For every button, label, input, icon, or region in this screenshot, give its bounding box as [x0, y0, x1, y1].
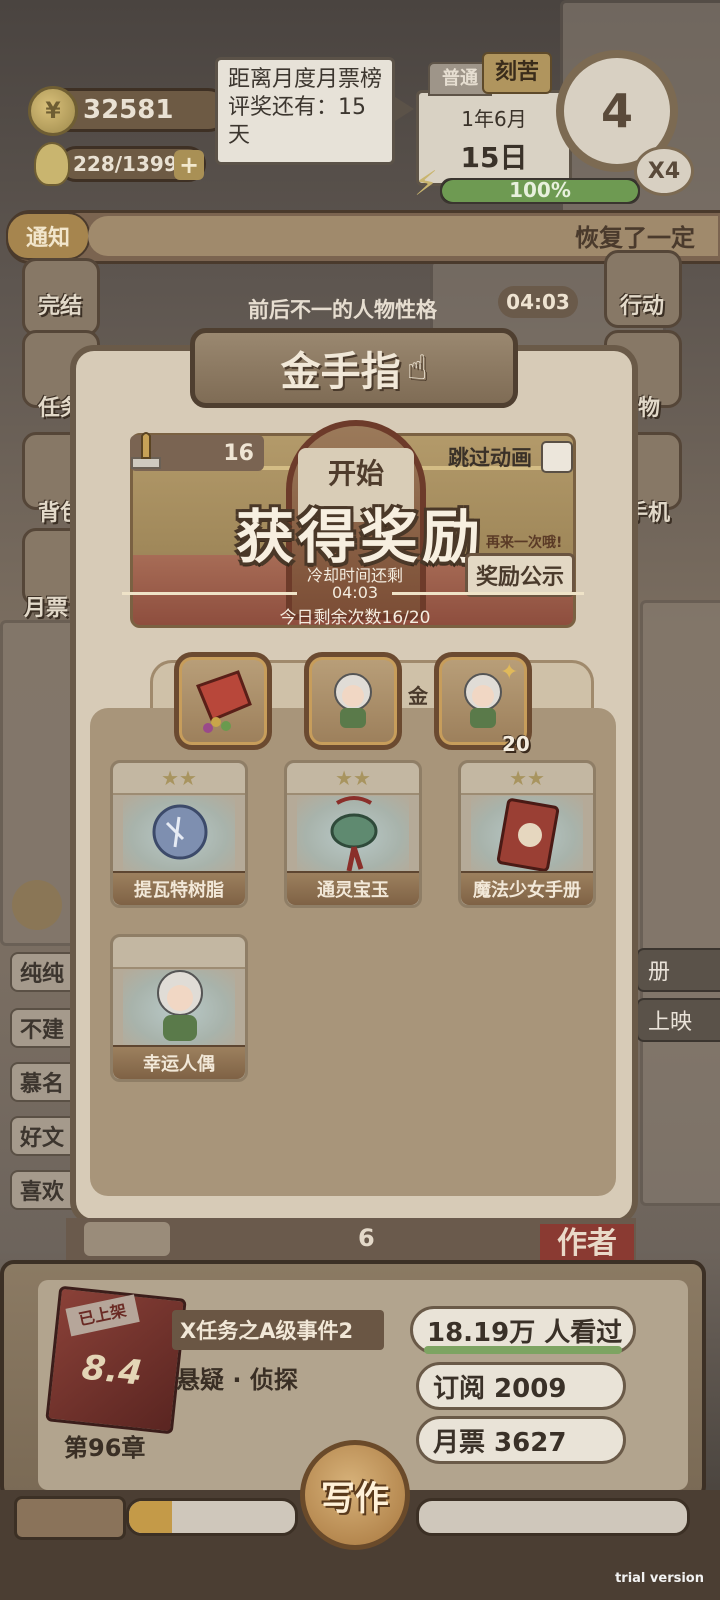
- resin-orb-icon: [152, 804, 208, 860]
- reward-card[interactable]: ★★ 提瓦特树脂: [110, 760, 248, 908]
- write-button[interactable]: 写作: [300, 1440, 410, 1550]
- write-label: 写作: [321, 1478, 389, 1519]
- sparkle-icon: ✦: [500, 660, 519, 685]
- pointing-hand-icon: ☝: [406, 348, 428, 388]
- add-energy-button[interactable]: +: [174, 150, 204, 180]
- book-cover[interactable]: 已上架 8.4: [45, 1285, 187, 1435]
- side-label-action: 行动: [620, 294, 665, 319]
- right-progress-bar: [416, 1498, 690, 1536]
- writing-progress-bar: [126, 1498, 298, 1536]
- clock-number: 4: [600, 84, 633, 138]
- page-number: 6: [358, 1224, 375, 1252]
- card-stars: ★★: [287, 763, 419, 795]
- remaining-count: 今日剩余次数16/20: [279, 608, 431, 628]
- card-label: 提瓦特树脂: [113, 871, 245, 905]
- subscribe-text: 订阅 2009: [433, 1373, 567, 1404]
- finger-count: 16: [223, 440, 254, 466]
- energy-progress-text: 100%: [509, 178, 571, 202]
- subscribe-stat: 订阅 2009: [416, 1362, 626, 1410]
- again-text: 再来一次哦!: [486, 535, 563, 551]
- card-label: 幸运人偶: [113, 1045, 245, 1079]
- notice-text: 恢复了一定: [575, 224, 695, 252]
- side-label-finish: 完结: [38, 294, 83, 319]
- plot-label: 前后不一的人物性格: [248, 298, 437, 322]
- speed-button[interactable]: X4: [634, 146, 694, 196]
- card-stars: ★★: [461, 763, 593, 795]
- watermark: trial version: [615, 1571, 704, 1586]
- skip-animation-checkbox[interactable]: [541, 441, 573, 473]
- candy-bag-icon: [196, 670, 252, 733]
- card-stars: ★★: [113, 763, 245, 795]
- tab-hard[interactable]: 刻苦: [482, 52, 552, 94]
- prize-slot[interactable]: [174, 652, 272, 750]
- side-label-shop: 物: [638, 396, 661, 421]
- building-background: [640, 600, 720, 1206]
- decor-line-right: [392, 592, 584, 595]
- writing-progress-fill: [129, 1501, 173, 1533]
- bubble-pointer: [392, 95, 414, 123]
- start-label: 开始: [327, 457, 384, 490]
- book-title[interactable]: X任务之A级事件2: [172, 1310, 384, 1350]
- reward-card[interactable]: ★★ 通灵宝玉: [284, 760, 422, 908]
- card-label: 魔法少女手册: [461, 871, 593, 905]
- doll-icon: [334, 673, 372, 728]
- golden-hand-icon: [128, 428, 164, 470]
- prize-count: 20: [502, 732, 530, 756]
- tag-premiere[interactable]: 上映: [636, 998, 720, 1042]
- notice-tag: 通知: [6, 212, 90, 260]
- tag-book[interactable]: 册: [636, 948, 720, 992]
- lucky-doll-icon: [157, 970, 203, 1041]
- jade-pendant-icon: [330, 796, 378, 872]
- award-countdown-text: 距离月度月票榜评奖还有：15天: [228, 67, 383, 148]
- prize-slot[interactable]: [304, 652, 402, 750]
- magic-book-icon: [496, 798, 560, 872]
- views-text: 18.19万 人看过: [427, 1317, 623, 1348]
- reward-card[interactable]: ★★ 魔法少女手册: [458, 760, 596, 908]
- dialog-title-text: 金手指: [280, 349, 401, 395]
- book-chapter: 第96章: [64, 1434, 146, 1462]
- votes-text: 月票 3627: [433, 1427, 567, 1458]
- top-timer: 04:03: [498, 286, 578, 318]
- side-label-ticket: 月票: [24, 596, 69, 621]
- treasure-chest-icon[interactable]: [12, 880, 62, 930]
- coin-icon: ¥: [28, 86, 78, 136]
- decor-line-left: [122, 592, 297, 595]
- reward-card[interactable]: 幸运人偶: [110, 934, 248, 1082]
- book-genre: 悬疑 · 侦探: [176, 1366, 298, 1394]
- award-countdown-bubble: 距离月度月票榜评奖还有：15天: [215, 57, 395, 165]
- views-progress: [424, 1346, 622, 1354]
- calendar-month: 1年6月: [461, 107, 527, 131]
- skip-animation-label: 跳过动画: [448, 446, 532, 470]
- card-label: 通灵宝玉: [287, 871, 419, 905]
- book-score: 8.4: [79, 1347, 145, 1394]
- energy-value: 228/1399: [73, 152, 178, 176]
- author-label[interactable]: 作者: [540, 1224, 634, 1264]
- coin-value: 32581: [83, 95, 174, 125]
- book-badge: 已上架: [65, 1294, 140, 1337]
- lightning-icon: ⚡: [414, 164, 438, 204]
- votes-stat: 月票 3627: [416, 1416, 626, 1464]
- lightbulb-icon: [34, 142, 70, 186]
- prize-tab-partial: 金: [408, 684, 428, 708]
- dialog-title: 金手指 ☝: [190, 328, 518, 408]
- bottom-left-slot[interactable]: [14, 1496, 126, 1540]
- scroll-up-button[interactable]: [84, 1222, 170, 1256]
